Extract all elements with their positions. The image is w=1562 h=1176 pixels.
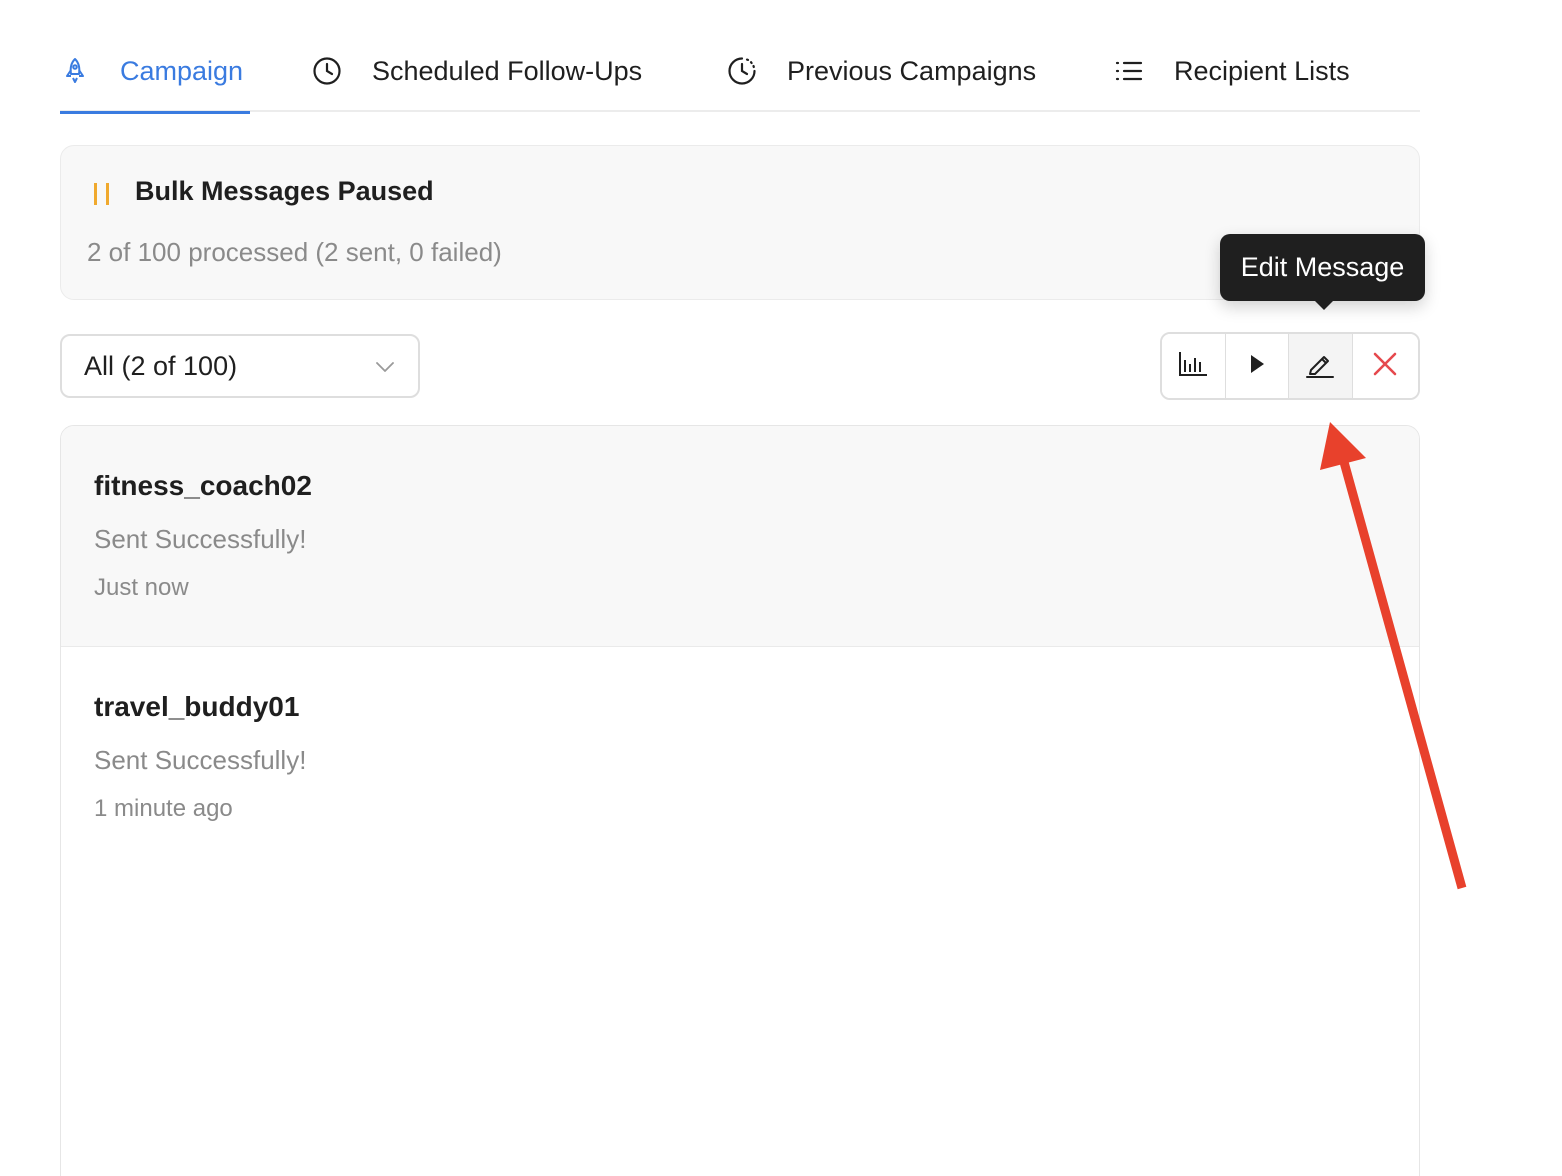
resume-button[interactable]	[1225, 334, 1289, 398]
statistics-button[interactable]	[1162, 334, 1226, 398]
edit-message-tooltip: Edit Message	[1220, 234, 1425, 310]
list-icon	[1114, 56, 1144, 86]
list-item[interactable]: fitness_coach02 Sent Successfully! Just …	[61, 426, 1419, 647]
tab-bar: Campaign Scheduled Follow-Ups Previous C…	[60, 30, 1420, 114]
tab-label: Scheduled Follow-Ups	[372, 55, 643, 86]
rocket-icon	[60, 56, 90, 86]
filter-selected-value: All (2 of 100)	[84, 350, 238, 381]
tab-recipient-lists[interactable]: Recipient Lists	[1114, 30, 1350, 112]
list-item[interactable]: travel_buddy01 Sent Successfully! 1 minu…	[61, 647, 1419, 868]
tab-previous-campaigns[interactable]: Previous Campaigns	[727, 30, 1036, 112]
progress-summary: 2 of 100 processed (2 sent, 0 failed)	[87, 237, 502, 267]
play-icon	[1248, 353, 1266, 380]
campaign-toolbar	[1160, 332, 1420, 400]
history-icon	[727, 56, 757, 86]
tab-scheduled-follow-ups[interactable]: Scheduled Follow-Ups	[312, 30, 642, 112]
bar-chart-icon	[1178, 351, 1208, 382]
status-title: Bulk Messages Paused	[135, 176, 434, 206]
tab-label: Campaign	[120, 55, 244, 86]
delivery-status: Sent Successfully!	[94, 745, 307, 775]
delivery-status: Sent Successfully!	[94, 524, 307, 554]
pause-icon	[92, 181, 112, 207]
clock-icon	[312, 56, 342, 86]
chevron-down-icon	[374, 356, 396, 378]
edit-message-button[interactable]	[1289, 334, 1353, 398]
campaign-page: Campaign Scheduled Follow-Ups Previous C…	[0, 0, 1562, 1176]
tab-label: Recipient Lists	[1174, 55, 1350, 86]
close-icon	[1372, 351, 1398, 382]
campaign-status-card: Bulk Messages Paused 2 of 100 processed …	[60, 145, 1420, 300]
tab-label: Previous Campaigns	[787, 55, 1037, 86]
recipient-username: fitness_coach02	[94, 470, 312, 501]
recipient-username: travel_buddy01	[94, 691, 300, 722]
message-filter-select[interactable]: All (2 of 100)	[60, 334, 420, 398]
cancel-campaign-button[interactable]	[1352, 334, 1418, 398]
message-list: fitness_coach02 Sent Successfully! Just …	[60, 425, 1420, 1176]
tab-campaign[interactable]: Campaign	[60, 30, 250, 114]
sent-timestamp: 1 minute ago	[94, 795, 233, 822]
sent-timestamp: Just now	[94, 574, 189, 601]
edit-pencil-icon	[1305, 349, 1335, 384]
